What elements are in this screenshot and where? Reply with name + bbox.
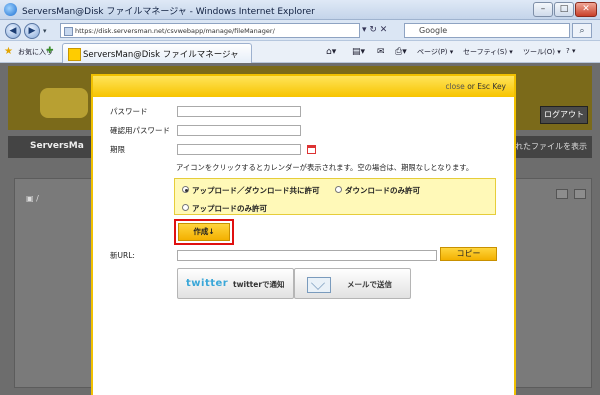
copy-button[interactable]: コピー: [440, 247, 497, 261]
search-placeholder: Google: [419, 26, 448, 35]
feeds-icon[interactable]: ▤▾: [352, 47, 365, 57]
password-field[interactable]: [177, 106, 301, 117]
logout-button[interactable]: ログアウト: [540, 106, 588, 124]
lock-icon: [64, 27, 73, 36]
permission-label-both[interactable]: アップロード／ダウンロード共に許可: [192, 185, 320, 196]
permission-radio-both[interactable]: [182, 186, 189, 193]
add-favorite-icon[interactable]: ✚: [46, 46, 54, 56]
window-titlebar: ServersMan@Disk ファイルマネージャ - Windows Inte…: [0, 0, 600, 20]
close-link-text[interactable]: close: [445, 82, 464, 91]
minimize-button[interactable]: –: [533, 2, 553, 17]
dialog-close-link[interactable]: close or Esc Key: [445, 82, 506, 91]
address-input[interactable]: https://disk.serversman.net/csvwebapp/ma…: [60, 23, 360, 38]
expiry-label: 期限: [110, 145, 125, 154]
page-menu[interactable]: ページ(P) ▾: [417, 47, 453, 57]
calendar-hint: アイコンをクリックするとカレンダーが表示されます。空の場合は、期限なしとなります…: [176, 163, 474, 172]
help-menu[interactable]: ? ▾: [566, 47, 575, 55]
permission-label-download[interactable]: ダウンロードのみ許可: [345, 185, 420, 196]
dialog-header: close or Esc Key: [93, 76, 514, 97]
permission-options: アップロード／ダウンロード共に許可 ダウンロードのみ許可 アップロードのみ許可: [174, 178, 496, 215]
password-confirm-label: 確認用パスワード: [110, 126, 170, 135]
refresh-stop-icons[interactable]: ▾ ↻ ✕: [362, 23, 400, 38]
twitter-notify-label: twitterで通知: [233, 280, 285, 289]
window-title: ServersMan@Disk ファイルマネージャ - Windows Inte…: [22, 7, 315, 17]
mail-send-label: メールで送信: [347, 280, 392, 289]
mail-icon: [307, 277, 331, 293]
close-window-button[interactable]: ✕: [575, 2, 597, 17]
share-settings-dialog: close or Esc Key パスワード 確認用パスワード 期限 アイコンを…: [91, 74, 516, 395]
site-favicon-icon: [68, 48, 81, 61]
expiry-field[interactable]: [177, 144, 301, 155]
tools-menu[interactable]: ツール(O) ▾: [523, 47, 561, 57]
serversman-logo: [40, 88, 88, 118]
create-button[interactable]: 作成↓: [178, 223, 230, 241]
panel-action-icon[interactable]: [574, 189, 586, 199]
back-button[interactable]: ◀: [5, 23, 21, 39]
maximize-button[interactable]: □: [554, 2, 574, 17]
tab-title: ServersMan@Disk ファイルマネージャ: [83, 50, 239, 60]
browser-tab[interactable]: ServersMan@Disk ファイルマネージャ: [62, 43, 252, 63]
address-bar-row: ◀ ▶ ▾ https://disk.serversman.net/csvweb…: [0, 20, 600, 41]
folder-tree-root[interactable]: ▣ /: [26, 194, 39, 203]
mail-menu-icon[interactable]: ✉: [377, 47, 385, 57]
permission-radio-download[interactable]: [335, 186, 342, 193]
permission-radio-upload[interactable]: [182, 204, 189, 211]
history-dropdown-icon[interactable]: ▾: [43, 27, 47, 35]
password-confirm-field[interactable]: [177, 125, 301, 136]
twitter-notify-button[interactable]: twitter twitterで通知: [177, 268, 294, 299]
password-label: パスワード: [110, 107, 148, 116]
address-text: https://disk.serversman.net/csvwebapp/ma…: [75, 27, 275, 35]
favorites-star-icon[interactable]: ★: [4, 46, 13, 57]
internet-explorer-icon: [4, 3, 17, 16]
mail-send-button[interactable]: メールで送信: [294, 268, 411, 299]
forward-button[interactable]: ▶: [24, 23, 40, 39]
calendar-icon[interactable]: [307, 145, 316, 154]
permission-label-upload[interactable]: アップロードのみ許可: [192, 203, 267, 214]
folder-icon: ▣: [26, 194, 37, 203]
home-icon[interactable]: ⌂▾: [326, 47, 336, 57]
safety-menu[interactable]: セーフティ(S) ▾: [463, 47, 513, 57]
new-url-label: 新URL:: [110, 251, 135, 260]
close-link-suffix: or Esc Key: [467, 82, 506, 91]
folder-root-label: /: [36, 194, 39, 203]
twitter-logo-icon: twitter: [186, 278, 229, 289]
new-url-field[interactable]: [177, 250, 437, 261]
background-nav-title: ServersMa: [30, 141, 84, 151]
background-nav-link[interactable]: れたファイルを表示: [515, 141, 587, 152]
print-icon[interactable]: ⎙▾: [395, 47, 407, 57]
panel-action-icon[interactable]: [556, 189, 568, 199]
search-icon[interactable]: ⌕: [572, 23, 592, 38]
search-input[interactable]: Google: [404, 23, 570, 38]
favorites-bar: ★ お気に入り ✚ ServersMan@Disk ファイルマネージャ ⌂▾ ▤…: [0, 41, 600, 63]
